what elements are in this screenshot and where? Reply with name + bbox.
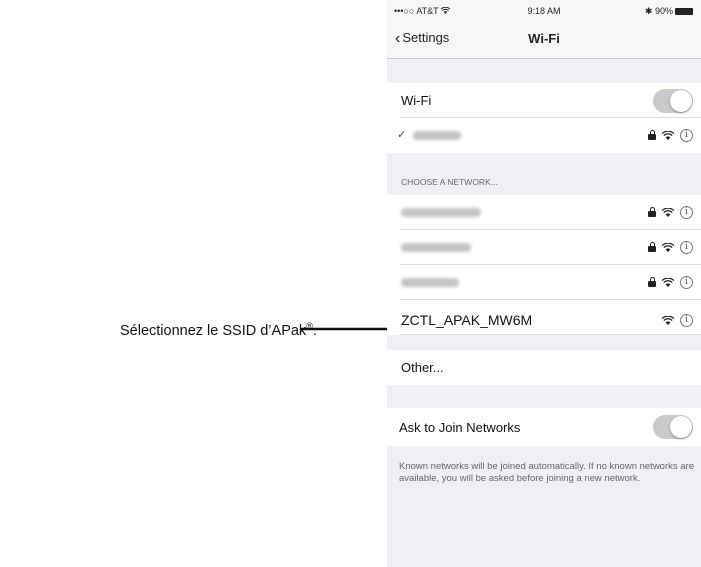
wifi-toggle[interactable] — [653, 89, 693, 113]
section-header: CHOOSE A NETWORK... — [401, 177, 498, 187]
row-icons: i — [648, 274, 693, 290]
row-icons: i — [662, 312, 693, 328]
network-row[interactable]: i — [387, 265, 701, 300]
info-icon[interactable]: i — [680, 205, 693, 219]
ask-to-join-row: Ask to Join Networks — [387, 408, 701, 446]
lock-icon — [648, 130, 656, 140]
wifi-icon — [662, 315, 674, 325]
wifi-label: Wi-Fi — [401, 93, 432, 108]
ask-to-join-label: Ask to Join Networks — [399, 420, 521, 435]
row-separator — [400, 334, 701, 335]
navigation-bar: ‹ Settings Wi-Fi — [387, 20, 701, 59]
connected-network-row[interactable]: ✓ i — [387, 118, 701, 153]
toggle-knob — [670, 416, 692, 438]
info-icon[interactable]: i — [680, 128, 693, 142]
wifi-icon — [662, 130, 674, 140]
redacted-network-name — [401, 278, 459, 287]
page-title: Wi-Fi — [528, 31, 560, 46]
info-icon[interactable]: i — [680, 313, 693, 327]
redacted-network-name — [401, 243, 471, 252]
ask-to-join-description: Known networks will be joined automatica… — [399, 461, 694, 484]
redacted-network-name — [413, 131, 461, 140]
lock-icon — [648, 277, 656, 287]
other-network-label: Other... — [401, 360, 444, 375]
checkmark-icon: ✓ — [397, 129, 407, 141]
bluetooth-icon: ✱ — [644, 6, 653, 16]
row-icons: i — [648, 204, 693, 220]
battery-percent: 90% — [654, 6, 673, 16]
info-icon[interactable]: i — [680, 275, 693, 289]
redacted-network-name — [401, 208, 481, 217]
phone-screen: •••○○ AT&T 9:18 AM ✱ 90% ‹ Settings Wi-Fi… — [387, 0, 701, 567]
lock-icon — [648, 242, 656, 252]
status-bar: •••○○ AT&T 9:18 AM ✱ 90% — [387, 0, 701, 20]
row-icons: i — [648, 239, 693, 255]
ask-to-join-toggle[interactable] — [653, 415, 693, 439]
info-icon[interactable]: i — [680, 240, 693, 254]
network-name: ZCTL_APAK_MW6M — [401, 312, 533, 328]
wifi-icon — [662, 242, 674, 252]
wifi-toggle-row: Wi-Fi — [387, 83, 701, 118]
battery-indicator: ✱ 90% — [645, 6, 693, 17]
wifi-icon — [662, 207, 674, 217]
wifi-icon — [662, 277, 674, 287]
network-row[interactable]: i — [387, 230, 701, 265]
toggle-knob — [670, 90, 692, 112]
lock-icon — [648, 207, 656, 217]
network-row-apak[interactable]: ZCTL_APAK_MW6M i — [387, 300, 701, 335]
other-network-row[interactable]: Other... — [387, 350, 701, 385]
network-row[interactable]: i — [387, 195, 701, 230]
row-icons: i — [648, 127, 693, 143]
battery-icon — [675, 8, 693, 15]
